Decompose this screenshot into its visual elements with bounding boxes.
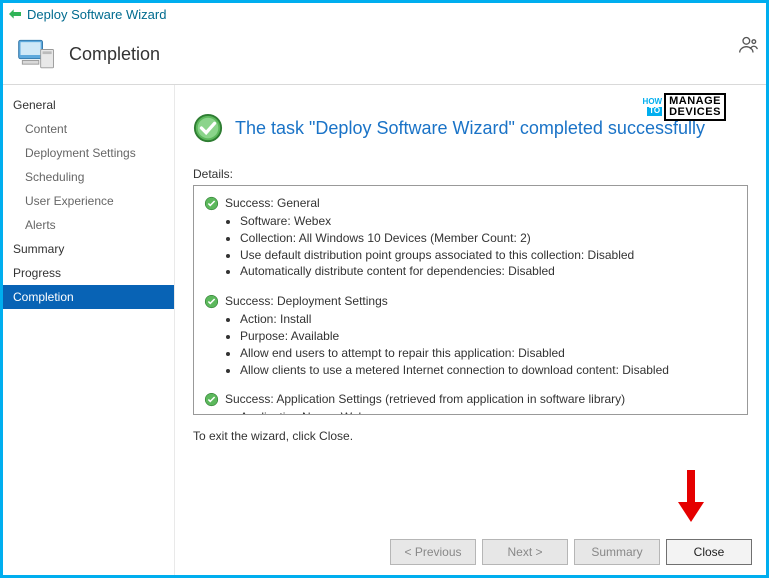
sidebar-item-label: Content [25, 122, 67, 136]
button-label: Close [694, 545, 725, 559]
next-button: Next > [482, 539, 568, 565]
detail-bullet: Allow clients to use a metered Internet … [240, 362, 741, 379]
sidebar-item-deployment-settings[interactable]: Deployment Settings [3, 141, 174, 165]
detail-bullet: Action: Install [240, 311, 741, 328]
sidebar-item-completion[interactable]: Completion [3, 285, 174, 309]
sidebar-item-content[interactable]: Content [3, 117, 174, 141]
wizard-main: The task "Deploy Software Wizard" comple… [175, 85, 766, 575]
watermark-devices: DEVICES [669, 107, 721, 118]
sidebar-item-label: Scheduling [25, 170, 84, 184]
previous-button: < Previous [390, 539, 476, 565]
detail-group-general: Success: General Software: Webex Collect… [204, 196, 741, 280]
detail-bullet: Purpose: Available [240, 328, 741, 345]
account-icon[interactable] [738, 35, 758, 58]
check-icon [204, 196, 219, 211]
annotation-arrow-icon [674, 466, 708, 529]
sidebar-item-label: Progress [13, 266, 61, 280]
sidebar-item-label: Summary [13, 242, 64, 256]
completion-message: The task "Deploy Software Wizard" comple… [235, 118, 705, 139]
sidebar-item-general[interactable]: General [3, 93, 174, 117]
sidebar-item-scheduling[interactable]: Scheduling [3, 165, 174, 189]
wizard-sidebar: General Content Deployment Settings Sche… [3, 85, 175, 575]
exit-hint: To exit the wizard, click Close. [193, 429, 748, 443]
detail-group-application: Success: Application Settings (retrieved… [204, 392, 741, 415]
sidebar-item-progress[interactable]: Progress [3, 261, 174, 285]
detail-bullet: Automatically distribute content for dep… [240, 263, 741, 280]
button-label: < Previous [404, 545, 461, 559]
sidebar-item-label: User Experience [25, 194, 114, 208]
sidebar-item-label: Completion [13, 290, 74, 304]
detail-head: Success: General [225, 196, 320, 210]
details-box[interactable]: Success: General Software: Webex Collect… [193, 185, 748, 415]
detail-bullet: Application Name: Webex [240, 409, 741, 415]
check-icon [204, 392, 219, 407]
detail-head: Success: Application Settings (retrieved… [225, 392, 625, 406]
success-icon [193, 113, 223, 143]
watermark-to: TO [647, 107, 662, 116]
sidebar-item-summary[interactable]: Summary [3, 237, 174, 261]
window-title: Deploy Software Wizard [27, 7, 166, 22]
app-icon [7, 6, 23, 22]
detail-bullet: Collection: All Windows 10 Devices (Memb… [240, 230, 741, 247]
wizard-footer: < Previous Next > Summary Close [390, 539, 752, 565]
close-button[interactable]: Close [666, 539, 752, 565]
wizard-title: Completion [69, 44, 160, 65]
sidebar-item-user-experience[interactable]: User Experience [3, 189, 174, 213]
sidebar-item-label: General [13, 98, 56, 112]
window-titlebar: Deploy Software Wizard [3, 3, 766, 25]
check-icon [204, 294, 219, 309]
summary-button: Summary [574, 539, 660, 565]
detail-bullet: Software: Webex [240, 213, 741, 230]
details-label: Details: [193, 167, 748, 181]
sidebar-item-label: Deployment Settings [25, 146, 136, 160]
detail-bullet: Allow end users to attempt to repair thi… [240, 345, 741, 362]
button-label: Next > [507, 545, 542, 559]
detail-bullet: Use default distribution point groups as… [240, 247, 741, 264]
sidebar-item-label: Alerts [25, 218, 56, 232]
detail-head: Success: Deployment Settings [225, 294, 388, 308]
wizard-header: Completion [3, 25, 766, 85]
button-label: Summary [591, 545, 642, 559]
detail-group-deployment: Success: Deployment Settings Action: Ins… [204, 294, 741, 378]
watermark: HOW TO MANAGE DEVICES [643, 93, 726, 121]
computer-icon [15, 33, 59, 77]
sidebar-item-alerts[interactable]: Alerts [3, 213, 174, 237]
